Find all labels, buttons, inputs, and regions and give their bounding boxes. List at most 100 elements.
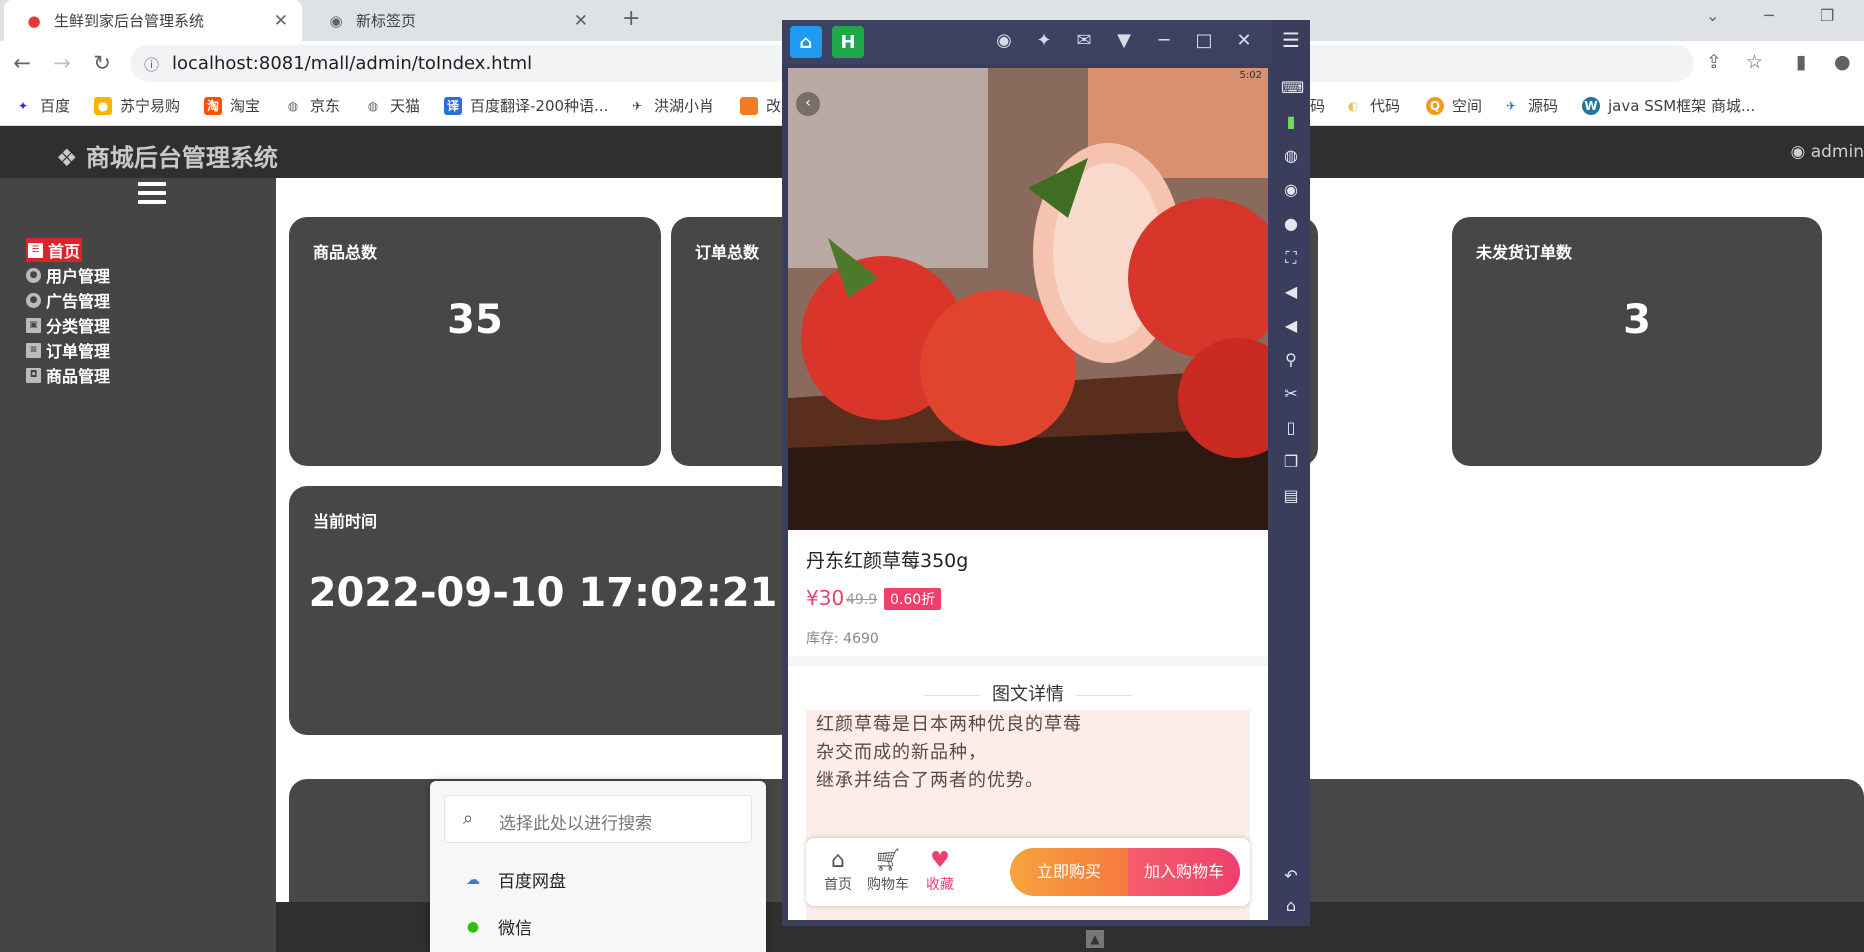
- keyboard-icon[interactable]: ⌨: [1281, 78, 1304, 97]
- new-tab-button[interactable]: +: [622, 6, 640, 31]
- tab-new[interactable]: ◉ 新标签页 ✕: [306, 0, 602, 41]
- detail-line: 红颜草莓是日本两种优良的草莓: [816, 714, 1082, 735]
- sidebar-item-ads[interactable]: ● 广告管理: [26, 288, 110, 312]
- search-input[interactable]: ⌕ 选择此处以进行搜索: [444, 795, 752, 843]
- shirt-icon[interactable]: ✦: [1032, 30, 1056, 51]
- scroll-top-icon[interactable]: ▲: [1086, 930, 1104, 948]
- minimize-icon[interactable]: ─: [1152, 30, 1176, 51]
- wordpress-icon: W: [1582, 96, 1600, 115]
- reload-icon[interactable]: ↻: [90, 51, 114, 75]
- image-icon: ▣: [26, 317, 41, 333]
- bookmark-item[interactable]: 码: [1310, 95, 1325, 116]
- brand[interactable]: ❖ 商城后台管理系统: [56, 138, 278, 173]
- sidebar-item-categories[interactable]: ▣ 分类管理: [26, 313, 110, 337]
- chat-icon[interactable]: ●: [1281, 214, 1301, 233]
- close-icon[interactable]: ✕: [1232, 30, 1256, 51]
- close-icon[interactable]: ✕: [574, 11, 588, 31]
- home-button[interactable]: ⌂ 首页: [816, 848, 860, 894]
- bag-icon: ◘: [26, 367, 41, 383]
- bookmark-item[interactable]: ✦ 百度: [14, 95, 70, 116]
- shake-icon[interactable]: ▯: [1281, 418, 1301, 437]
- back-button[interactable]: ‹: [796, 92, 820, 116]
- url-text[interactable]: localhost:8081/mall/admin/toIndex.html: [172, 53, 532, 74]
- status-time: 5:02: [1239, 70, 1262, 81]
- original-price: 49.9: [846, 592, 878, 608]
- volume-up-icon[interactable]: ◀: [1281, 282, 1301, 301]
- bulb-icon: ◐: [1347, 98, 1359, 113]
- add-to-cart-button[interactable]: 加入购物车: [1128, 848, 1240, 896]
- sidebar: ☰ 首页 ● 用户管理 ● 广告管理 ▣ 分类管理 ≡ 订单管理 ◘ 商品管理: [0, 178, 276, 952]
- bookmark-item[interactable]: ◍ 京东: [284, 95, 340, 116]
- card-value: 35: [447, 297, 503, 343]
- gamepad-icon[interactable]: ◍: [1281, 146, 1301, 165]
- bird-icon: ✈: [631, 98, 643, 113]
- bookmark-item[interactable]: ◐ 代码: [1344, 95, 1400, 116]
- product-image: ‹ 5:02: [788, 68, 1268, 530]
- profile-icon[interactable]: ●: [1834, 51, 1851, 73]
- mail-icon[interactable]: ✉: [1072, 30, 1096, 51]
- chevron-down-icon[interactable]: ⌄: [1706, 6, 1719, 25]
- house-icon: ⌂: [831, 848, 845, 873]
- hamburger-icon[interactable]: [138, 182, 166, 209]
- close-icon[interactable]: ✕: [274, 11, 288, 31]
- buy-now-button[interactable]: 立即购买: [1010, 848, 1128, 896]
- location-icon[interactable]: ⚲: [1281, 350, 1301, 369]
- info-icon[interactable]: ⓘ: [144, 54, 159, 75]
- search-icon: ⌕: [463, 808, 474, 829]
- card-value: 3: [1623, 297, 1651, 343]
- battery-icon[interactable]: ▮: [1281, 112, 1301, 131]
- maximize-icon[interactable]: □: [1192, 30, 1216, 51]
- app-baidu-netdisk[interactable]: ☁ 百度网盘: [464, 867, 566, 893]
- bookmark-item[interactable]: ● 苏宁易购: [94, 95, 180, 116]
- fullscreen-icon[interactable]: ⛶: [1281, 248, 1301, 268]
- bookmark-item[interactable]: 淘淘宝: [204, 95, 260, 116]
- multi-window-icon[interactable]: ❐: [1281, 452, 1301, 471]
- back-icon[interactable]: ←: [10, 51, 34, 75]
- user-menu[interactable]: ◉ admin: [1790, 142, 1864, 162]
- bookmark-item[interactable]: 改: [740, 95, 781, 116]
- account-icon[interactable]: ◉: [992, 30, 1016, 51]
- bookmark-item[interactable]: ✈ 源码: [1502, 95, 1558, 116]
- eye-icon[interactable]: ◉: [1281, 180, 1301, 199]
- sidebar-item-products[interactable]: ◘ 商品管理: [26, 363, 110, 387]
- back-icon[interactable]: ↶: [1281, 866, 1301, 885]
- bookmark-item[interactable]: Wjava SSM框架 商城...: [1582, 95, 1755, 116]
- share-icon[interactable]: ⇪: [1706, 51, 1722, 73]
- sidepanel-icon[interactable]: ▮: [1796, 51, 1806, 73]
- favorite-button[interactable]: ♥ 收藏: [918, 848, 962, 894]
- globe-icon: ◍: [367, 98, 379, 113]
- star-icon[interactable]: ☆: [1746, 51, 1763, 73]
- home-icon[interactable]: ⌂: [1281, 896, 1301, 915]
- sidebar-item-home[interactable]: ☰ 首页: [26, 238, 83, 262]
- dropdown-icon[interactable]: ▼: [1112, 30, 1136, 51]
- forward-icon[interactable]: →: [50, 51, 74, 75]
- restore-icon[interactable]: ❐: [1820, 6, 1834, 25]
- detail-line: 继承并结合了两者的优势。: [816, 770, 1044, 791]
- menu-icon[interactable]: ☰: [1281, 28, 1301, 52]
- action-bar: ⌂ 首页 🛒︎ 购物车 ♥ 收藏 立即购买 加入购物车: [806, 838, 1250, 906]
- sidebar-item-users[interactable]: ● 用户管理: [26, 263, 110, 287]
- tab-title: 生鲜到家后台管理系统: [54, 12, 205, 30]
- bookmark-item[interactable]: ✈ 洪湖小肖: [628, 95, 714, 116]
- start-search-popup: ⌕ 选择此处以进行搜索 ☁ 百度网盘 ● 微信: [430, 781, 766, 952]
- user-icon: ●: [26, 267, 41, 283]
- cubes-icon: ❖: [56, 144, 78, 172]
- detail-title: 图文详情: [788, 680, 1268, 706]
- lion-icon: ●: [94, 96, 112, 115]
- home-icon[interactable]: ⌂: [790, 26, 822, 58]
- tab-admin[interactable]: ● 生鲜到家后台管理系统 ✕: [4, 0, 302, 41]
- app-h-button[interactable]: H: [832, 26, 864, 58]
- minimize-icon[interactable]: ─: [1764, 6, 1774, 25]
- volume-down-icon[interactable]: ◀: [1281, 316, 1301, 335]
- apk-icon[interactable]: ▤: [1281, 486, 1301, 505]
- bookmark-item[interactable]: Q 空间: [1426, 95, 1482, 116]
- card-title: 订单总数: [695, 243, 760, 262]
- bookmark-item[interactable]: ◍ 天猫: [364, 95, 420, 116]
- scissors-icon[interactable]: ✂: [1281, 384, 1301, 403]
- cart-button[interactable]: 🛒︎ 购物车: [866, 848, 910, 894]
- sidebar-item-orders[interactable]: ≡ 订单管理: [26, 338, 110, 362]
- phone-screen: ‹ 5:02 丹东红颜草莓350g ¥30 49.9 0.60折 库存: 469…: [788, 68, 1268, 920]
- app-wechat[interactable]: ● 微信: [464, 914, 532, 940]
- list-icon: ☰: [28, 242, 43, 258]
- bookmark-item[interactable]: 译百度翻译-200种语...: [444, 95, 608, 116]
